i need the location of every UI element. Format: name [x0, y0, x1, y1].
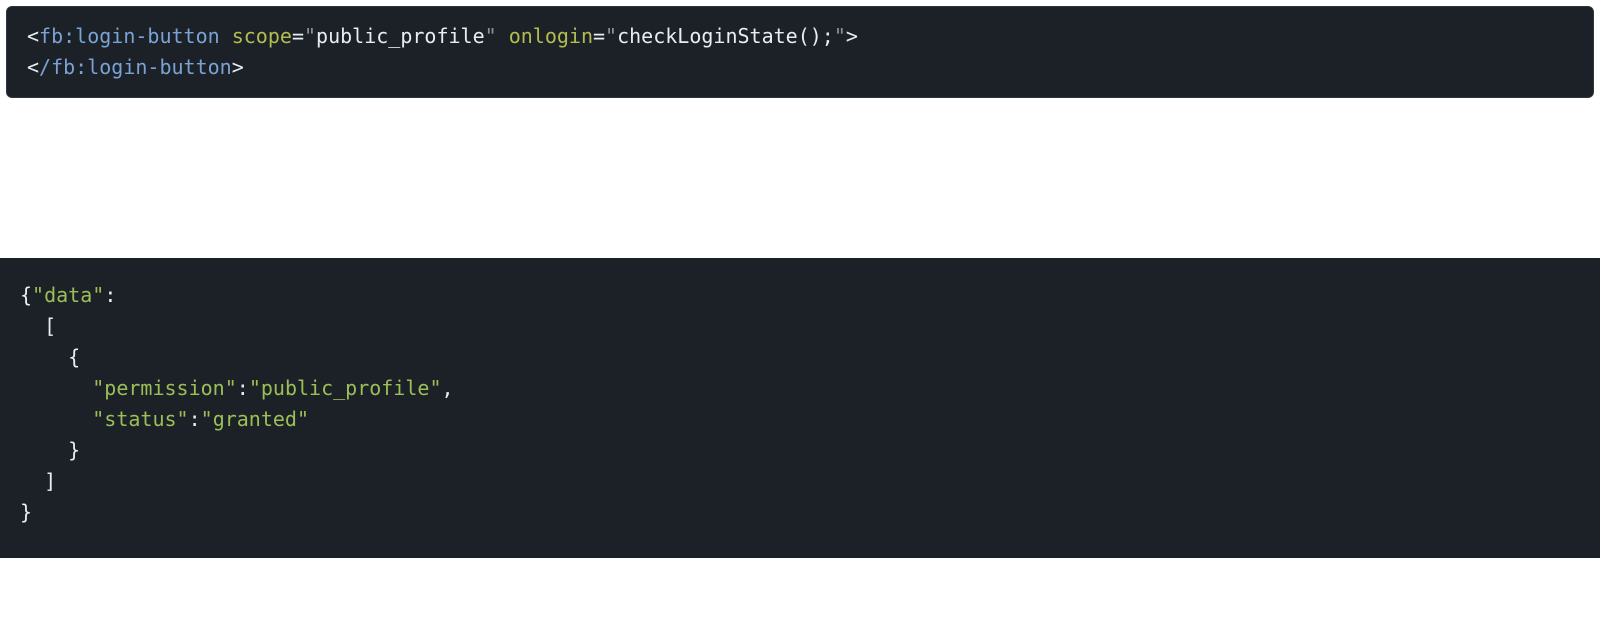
tag-name: fb:login-button — [39, 24, 220, 48]
json-value: public_profile — [261, 376, 430, 400]
tag-name: fb:login-button — [51, 55, 232, 79]
quote: " — [32, 283, 44, 307]
equals: = — [593, 24, 605, 48]
space — [497, 24, 509, 48]
gap — [0, 98, 1600, 258]
indent — [20, 438, 68, 462]
bracket-open: [ — [44, 314, 56, 338]
quote: " — [225, 376, 237, 400]
slash: / — [39, 55, 51, 79]
indent — [20, 376, 92, 400]
json-key: status — [104, 407, 176, 431]
quote: " — [485, 24, 497, 48]
indent — [20, 469, 44, 493]
brace-close: } — [20, 500, 32, 524]
quote: " — [92, 376, 104, 400]
quote: " — [304, 24, 316, 48]
colon: : — [104, 283, 116, 307]
equals: = — [292, 24, 304, 48]
space — [220, 24, 232, 48]
attr-name: onlogin — [509, 24, 593, 48]
json-key: permission — [104, 376, 224, 400]
colon: : — [237, 376, 249, 400]
attr-name: scope — [232, 24, 292, 48]
quote: " — [92, 283, 104, 307]
code-block-json: {"data": [ { "permission":"public_profil… — [0, 258, 1600, 558]
json-value: granted — [213, 407, 297, 431]
quote: " — [429, 376, 441, 400]
attr-value: checkLoginState(); — [617, 24, 834, 48]
quote: " — [249, 376, 261, 400]
brace-open: { — [68, 345, 80, 369]
brace-close: } — [68, 438, 80, 462]
indent — [20, 345, 68, 369]
indent — [20, 314, 44, 338]
quote: " — [92, 407, 104, 431]
angle-bracket-open: < — [27, 55, 39, 79]
json-key: data — [44, 283, 92, 307]
comma: , — [441, 376, 453, 400]
quote: " — [201, 407, 213, 431]
angle-bracket-close: > — [846, 24, 858, 48]
quote: " — [297, 407, 309, 431]
bracket-close: ] — [44, 469, 56, 493]
indent — [20, 407, 92, 431]
quote: " — [834, 24, 846, 48]
quote: " — [177, 407, 189, 431]
angle-bracket-close: > — [232, 55, 244, 79]
code-block-html: <fb:login-button scope="public_profile" … — [6, 6, 1594, 98]
quote: " — [605, 24, 617, 48]
angle-bracket-open: < — [27, 24, 39, 48]
colon: : — [189, 407, 201, 431]
brace-open: { — [20, 283, 32, 307]
attr-value: public_profile — [316, 24, 485, 48]
